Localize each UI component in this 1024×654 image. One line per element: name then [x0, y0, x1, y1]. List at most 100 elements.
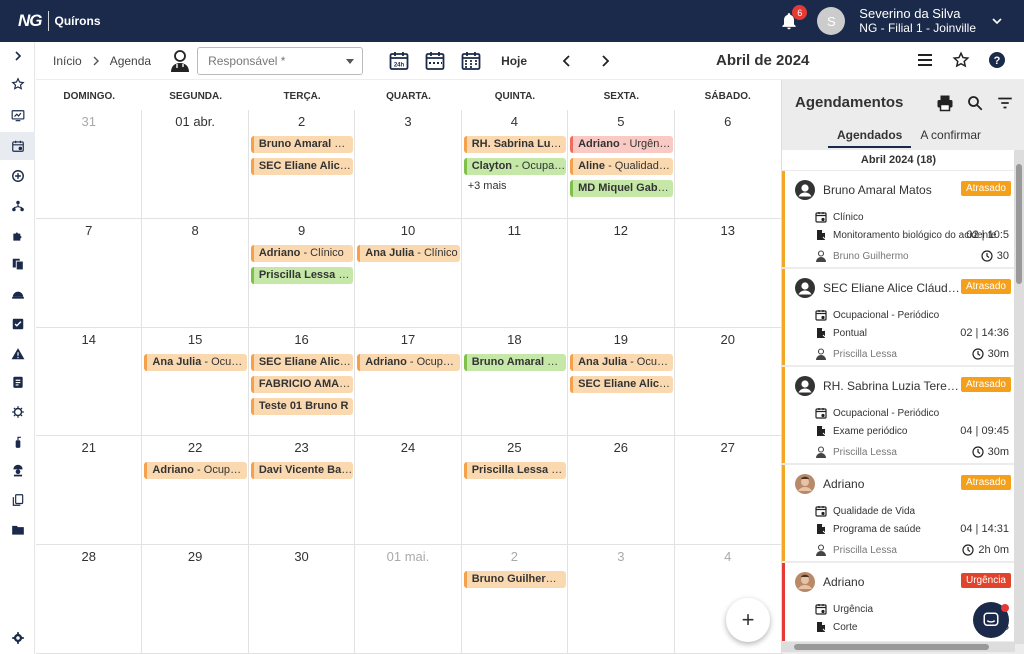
day-cell[interactable]: 15 Ana Julia - Ocupacional: [142, 327, 249, 437]
day-number[interactable]: 27: [675, 440, 781, 458]
day-number[interactable]: 16: [249, 332, 354, 350]
help-icon[interactable]: ?: [988, 51, 1006, 69]
filter-icon[interactable]: [996, 94, 1014, 112]
fire-extinguisher-icon[interactable]: [0, 428, 35, 456]
day-cell[interactable]: 19 Ana Julia - Ocupacional SEC Eliane Alic…: [568, 327, 675, 437]
day-cell[interactable]: 4 RH. Sabrina Luzia Tereza Clayton - Ocupa…: [461, 110, 569, 219]
folder-icon[interactable]: [0, 516, 35, 544]
day-cell[interactable]: 23 Davi Vicente Barbosa: [248, 436, 356, 546]
day-cell[interactable]: 4: [674, 545, 781, 654]
puzzle-icon[interactable]: [0, 222, 35, 250]
day-cell[interactable]: 6: [674, 110, 781, 219]
expand-menu-icon[interactable]: [0, 42, 35, 70]
calendar-event[interactable]: Ana Julia - Ocupacional: [144, 353, 247, 371]
calendar-event[interactable]: Adriano - Clínico: [250, 244, 354, 262]
horizontal-scrollbar[interactable]: [782, 642, 1015, 652]
day-number[interactable]: 7: [36, 223, 141, 241]
day-cell[interactable]: 8: [142, 218, 249, 328]
calendar-event[interactable]: SEC Eliane Alice Cláudia: [570, 375, 673, 393]
dashboard-icon[interactable]: [0, 102, 35, 130]
next-month-icon[interactable]: [599, 54, 611, 67]
tab-a-confirmar[interactable]: A confirmar: [911, 128, 990, 148]
calendar-event[interactable]: Adriano - Ocupacional: [357, 353, 460, 371]
favorite-star-icon[interactable]: [952, 51, 970, 69]
day-number[interactable]: 8: [142, 223, 247, 241]
day-number[interactable]: 12: [568, 223, 673, 241]
day-number[interactable]: 11: [462, 223, 567, 241]
virus-icon[interactable]: [0, 398, 35, 426]
calendar-event[interactable]: Adriano - Ocupacional: [144, 462, 247, 480]
day-cell[interactable]: 9 Adriano - Clínico Priscilla Lessa Melo: [248, 218, 356, 328]
day-cell[interactable]: 21: [36, 436, 143, 546]
day-cell[interactable]: 22 Adriano - Ocupacional: [142, 436, 249, 546]
calendar-event[interactable]: Priscilla Lessa Melo: [463, 462, 567, 480]
day-cell[interactable]: 18 Bruno Amaral Matos: [461, 327, 569, 437]
day-number[interactable]: 20: [675, 332, 781, 350]
day-cell[interactable]: 29: [142, 545, 249, 654]
day-cell[interactable]: 14: [36, 327, 143, 437]
calendar-event[interactable]: FABRICIO AMARO: [250, 375, 354, 393]
calendar-event[interactable]: Teste 01 Bruno R: [250, 397, 354, 415]
day-cell[interactable]: 5 Adriano - Urgência Aline - Qualidade de …: [568, 110, 675, 219]
day-number[interactable]: 10: [355, 223, 460, 241]
day-number[interactable]: 25: [462, 440, 567, 458]
responsavel-select[interactable]: Responsável *: [197, 46, 364, 75]
calendar-event[interactable]: Bruno Amaral Matos: [250, 136, 354, 153]
calendar-event[interactable]: Davi Vicente Barbosa: [250, 462, 354, 480]
day-number[interactable]: 31: [36, 114, 141, 132]
search-icon[interactable]: [966, 94, 984, 112]
menu-icon[interactable]: [916, 51, 934, 69]
calendar-event[interactable]: Adriano - Urgência: [570, 136, 673, 153]
day-cell[interactable]: 13: [674, 219, 781, 328]
day-number[interactable]: 15: [142, 332, 247, 350]
add-circle-icon[interactable]: [0, 162, 35, 190]
day-number[interactable]: 01 mai.: [355, 549, 460, 567]
day-number[interactable]: 9: [249, 223, 354, 241]
day-cell[interactable]: 31: [36, 110, 143, 219]
day-number[interactable]: 5: [568, 114, 673, 132]
day-cell[interactable]: 3: [355, 110, 462, 219]
day-cell[interactable]: 25 Priscilla Lessa Melo: [461, 436, 569, 546]
day-cell[interactable]: 7: [36, 218, 143, 328]
day-number[interactable]: 22: [142, 440, 247, 458]
user-avatar[interactable]: S: [817, 7, 846, 35]
day-number[interactable]: 30: [249, 549, 354, 567]
calendar-event[interactable]: Ana Julia - Clínico: [357, 244, 460, 262]
calendar-event[interactable]: SEC Eliane Alice Cláudia: [250, 353, 354, 371]
day-number[interactable]: 2: [462, 549, 567, 567]
day-cell[interactable]: 28: [36, 545, 143, 654]
day-number[interactable]: 26: [568, 440, 673, 458]
day-cell[interactable]: 3: [568, 545, 675, 654]
day-number[interactable]: 3: [355, 114, 460, 132]
hierarchy-icon[interactable]: [0, 192, 35, 220]
day-number[interactable]: 13: [675, 223, 781, 241]
appointment-card[interactable]: Bruno Amaral Matos Atrasado Clínico Monitor…: [782, 171, 1015, 267]
day-number[interactable]: 29: [142, 549, 247, 567]
checkbox-icon[interactable]: [0, 310, 35, 338]
print-icon[interactable]: [936, 94, 954, 112]
favorites-star-icon[interactable]: [0, 70, 35, 98]
day-number[interactable]: 3: [568, 549, 673, 567]
settings-gear-icon[interactable]: [0, 624, 35, 652]
day-number[interactable]: 2: [249, 114, 354, 132]
copy-icon[interactable]: [0, 486, 35, 514]
day-cell[interactable]: 16 SEC Eliane Alice Cláudia FABRICIO AMARO…: [248, 327, 356, 437]
calendar-event[interactable]: Bruno Guilhermo - Ocupacional: [463, 571, 567, 589]
day-number[interactable]: 23: [249, 440, 354, 458]
vertical-scrollbar[interactable]: [1014, 150, 1024, 644]
day-cell[interactable]: 30: [248, 545, 356, 654]
app-logo[interactable]: NG Quírons: [18, 11, 101, 31]
day-cell[interactable]: 10 Ana Julia - Clínico: [355, 218, 462, 328]
day-number[interactable]: 4: [675, 549, 781, 567]
calendar-event[interactable]: Aline - Qualidade de Vida: [570, 158, 673, 175]
day-number[interactable]: 24: [355, 440, 460, 458]
day-view-24h-icon[interactable]: 24h: [389, 51, 409, 71]
day-number[interactable]: 01 abr.: [142, 114, 247, 132]
day-cell[interactable]: 11: [461, 218, 569, 328]
calendar-event[interactable]: Priscilla Lessa Melo: [250, 266, 354, 284]
clipboard-icon[interactable]: [0, 368, 35, 396]
week-view-icon[interactable]: [425, 51, 445, 71]
calendar-event[interactable]: SEC Eliane Alice Cláudia: [250, 158, 354, 175]
notifications-bell-icon[interactable]: 6: [779, 5, 808, 31]
appointment-card[interactable]: SEC Eliane Alice Cláudia PereiraAtrasado…: [782, 269, 1015, 365]
